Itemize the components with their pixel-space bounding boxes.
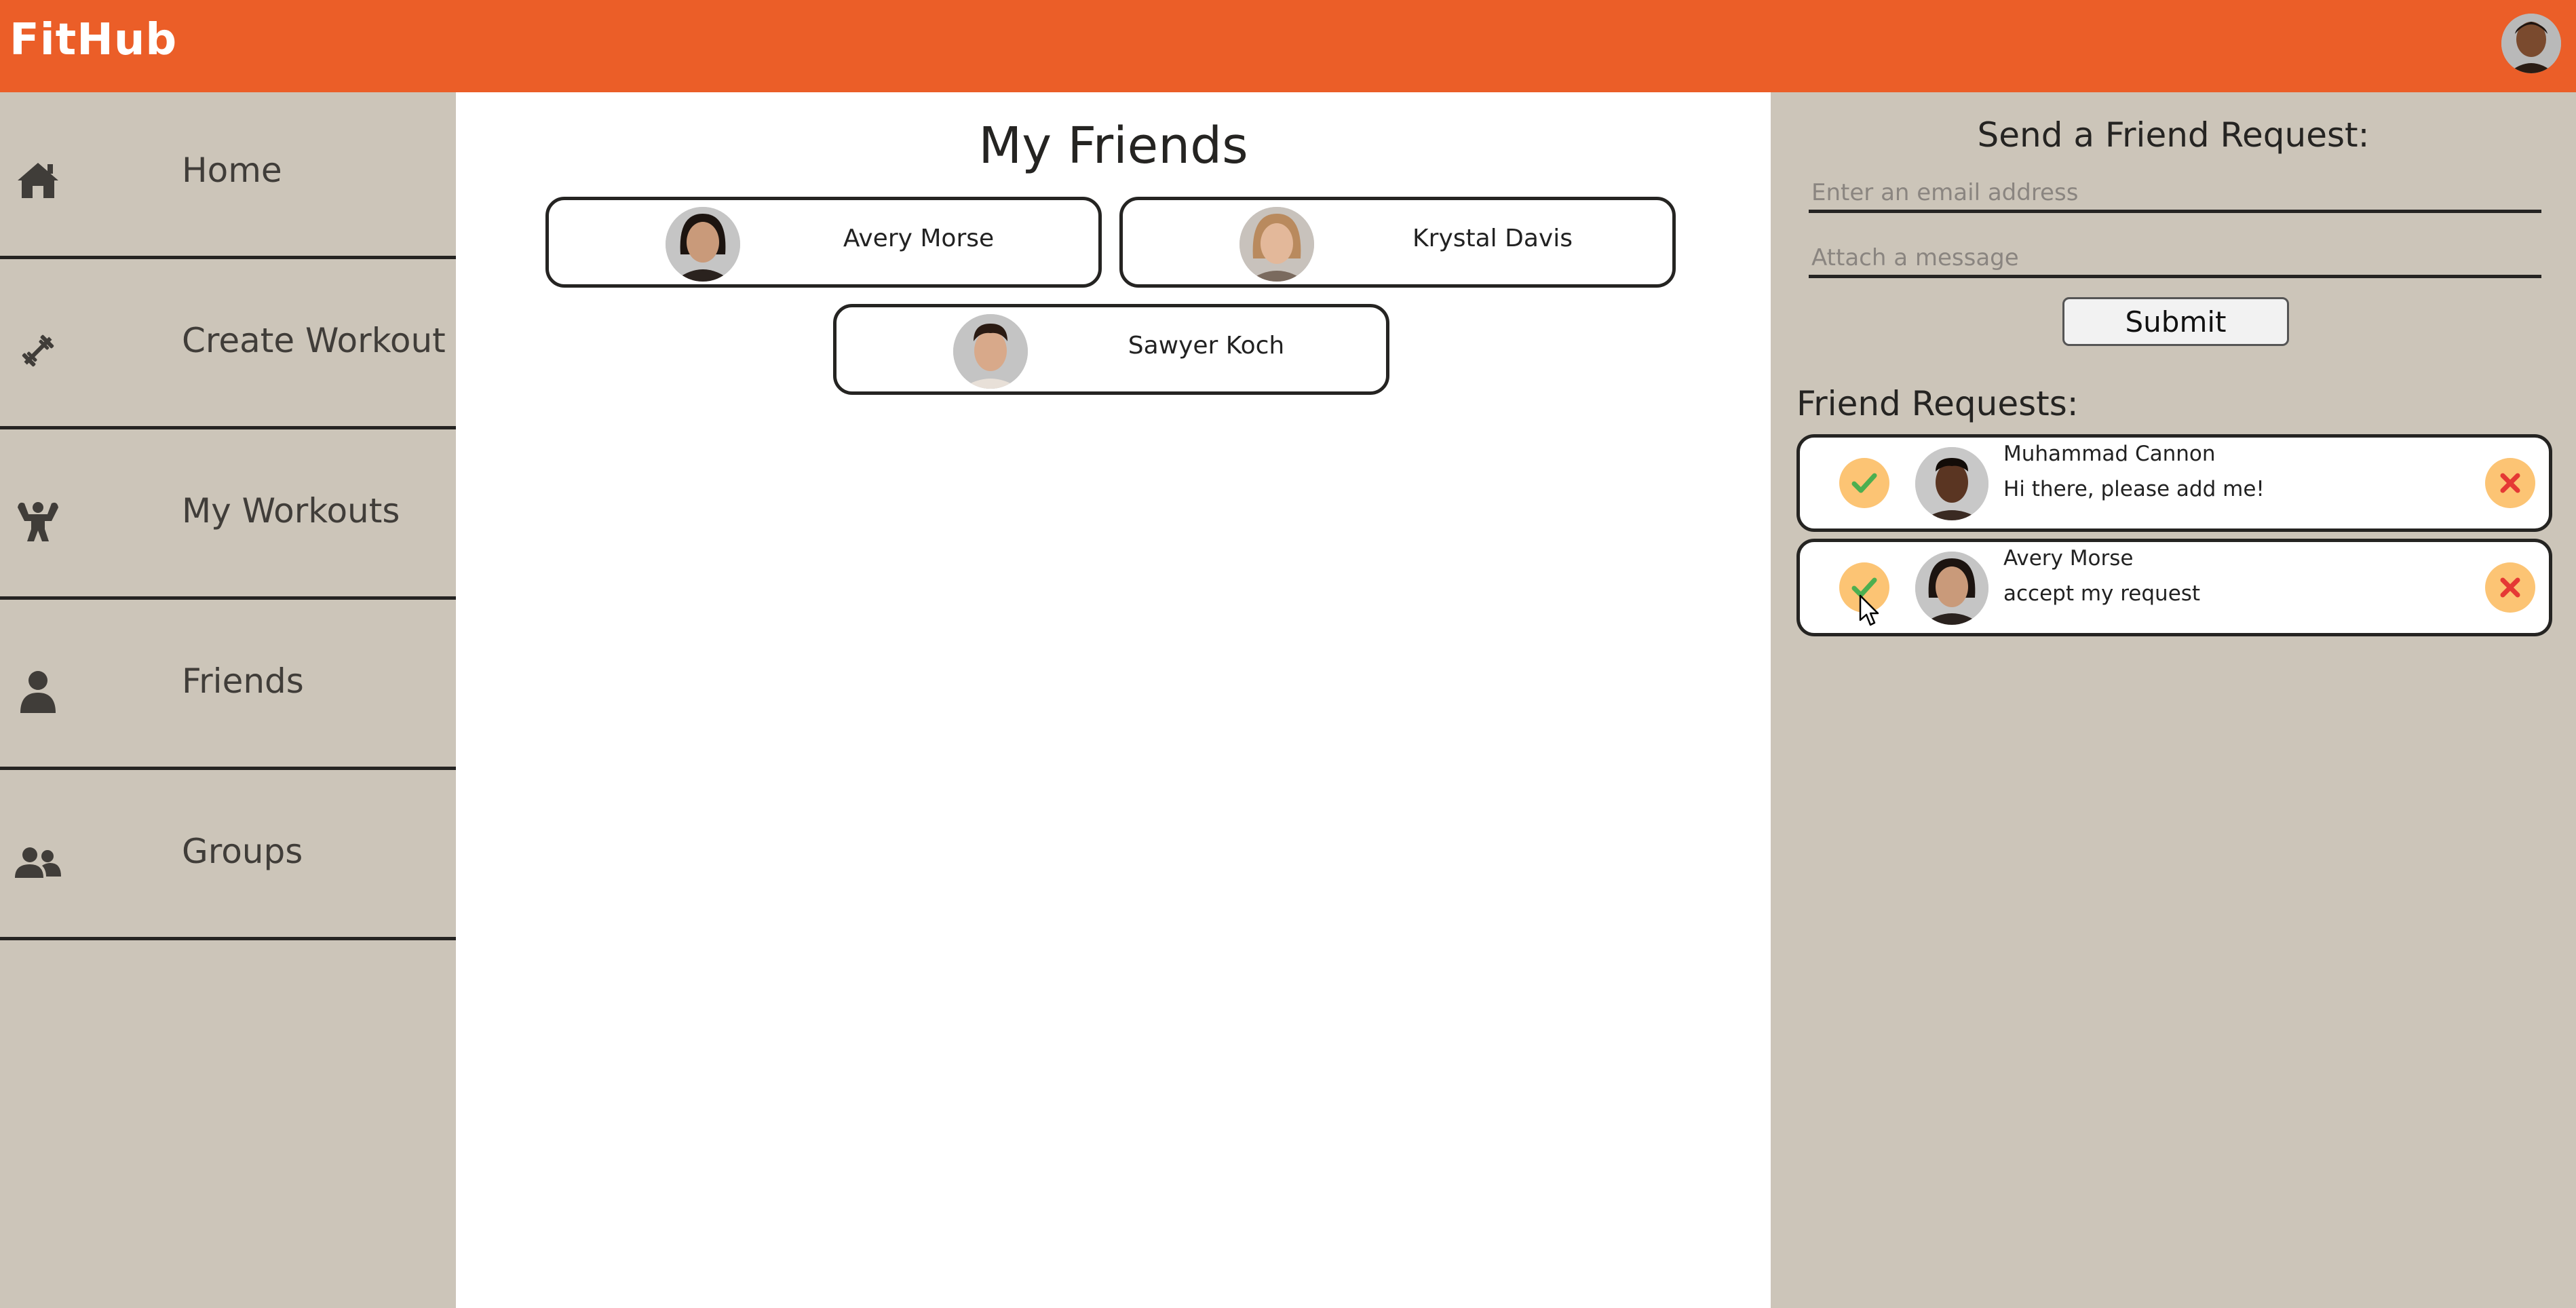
sidebar: Home Create Workout My Workouts Friends …: [0, 92, 456, 1308]
friend-request-panel: Send a Friend Request: Submit Friend Req…: [1771, 92, 2576, 1308]
sidebar-item-home[interactable]: Home: [0, 92, 456, 259]
accept-button[interactable]: [1839, 458, 1889, 508]
send-request-title: Send a Friend Request:: [1977, 115, 2370, 155]
reject-button[interactable]: [2485, 562, 2535, 613]
message-field[interactable]: [1809, 240, 2541, 278]
check-icon: [1851, 473, 1877, 493]
sidebar-item-label: Create Workout: [182, 321, 446, 360]
submit-button[interactable]: Submit: [2062, 297, 2289, 346]
request-message: accept my request: [2003, 581, 2201, 606]
app-logo[interactable]: FitHub: [9, 15, 177, 65]
email-field[interactable]: [1809, 175, 2541, 213]
avatar: [1915, 447, 1988, 520]
mouse-pointer-icon: [1859, 594, 1879, 627]
friend-card[interactable]: Krystal Davis: [1119, 197, 1676, 288]
profile-avatar[interactable]: [2501, 14, 2561, 73]
sidebar-item-label: Friends: [182, 661, 304, 701]
friend-name: Krystal Davis: [1412, 225, 1573, 252]
friend-requests-title: Friend Requests:: [1796, 384, 2079, 423]
friend-request-card: Avery Morse accept my request: [1796, 539, 2552, 636]
friend-name: Sawyer Koch: [1128, 332, 1285, 360]
sidebar-item-friends[interactable]: Friends: [0, 603, 456, 770]
friend-request-card: Muhammad Cannon Hi there, please add me!: [1796, 434, 2552, 532]
sidebar-item-create-workout[interactable]: Create Workout: [0, 263, 456, 429]
friend-card[interactable]: Avery Morse: [545, 197, 1102, 288]
sidebar-item-label: My Workouts: [182, 491, 400, 531]
top-bar: FitHub: [0, 0, 2576, 92]
flexing-figure-icon: [14, 497, 62, 545]
close-icon: [2500, 473, 2520, 493]
avatar-photo-icon: [2501, 14, 2561, 73]
sidebar-item-label: Groups: [182, 832, 303, 871]
avatar: [1915, 552, 1988, 625]
friend-name: Avery Morse: [843, 225, 995, 252]
page-title: My Friends: [978, 117, 1248, 175]
sidebar-item-my-workouts[interactable]: My Workouts: [0, 433, 456, 600]
users-icon: [14, 837, 62, 886]
requester-name: Avery Morse: [2003, 546, 2134, 571]
requester-name: Muhammad Cannon: [2003, 442, 2216, 466]
friend-card[interactable]: Sawyer Koch: [833, 304, 1389, 395]
dumbbell-icon: [14, 326, 62, 375]
main-content: My Friends Avery Morse Krystal Davis Saw…: [456, 92, 1771, 1308]
sidebar-item-groups[interactable]: Groups: [0, 773, 456, 940]
reject-button[interactable]: [2485, 458, 2535, 508]
user-icon: [14, 667, 62, 716]
avatar: [666, 207, 740, 282]
sidebar-item-label: Home: [182, 151, 282, 190]
request-message: Hi there, please add me!: [2003, 477, 2265, 501]
avatar: [953, 314, 1028, 389]
close-icon: [2500, 577, 2520, 598]
home-icon: [14, 156, 62, 205]
avatar: [1239, 207, 1314, 282]
